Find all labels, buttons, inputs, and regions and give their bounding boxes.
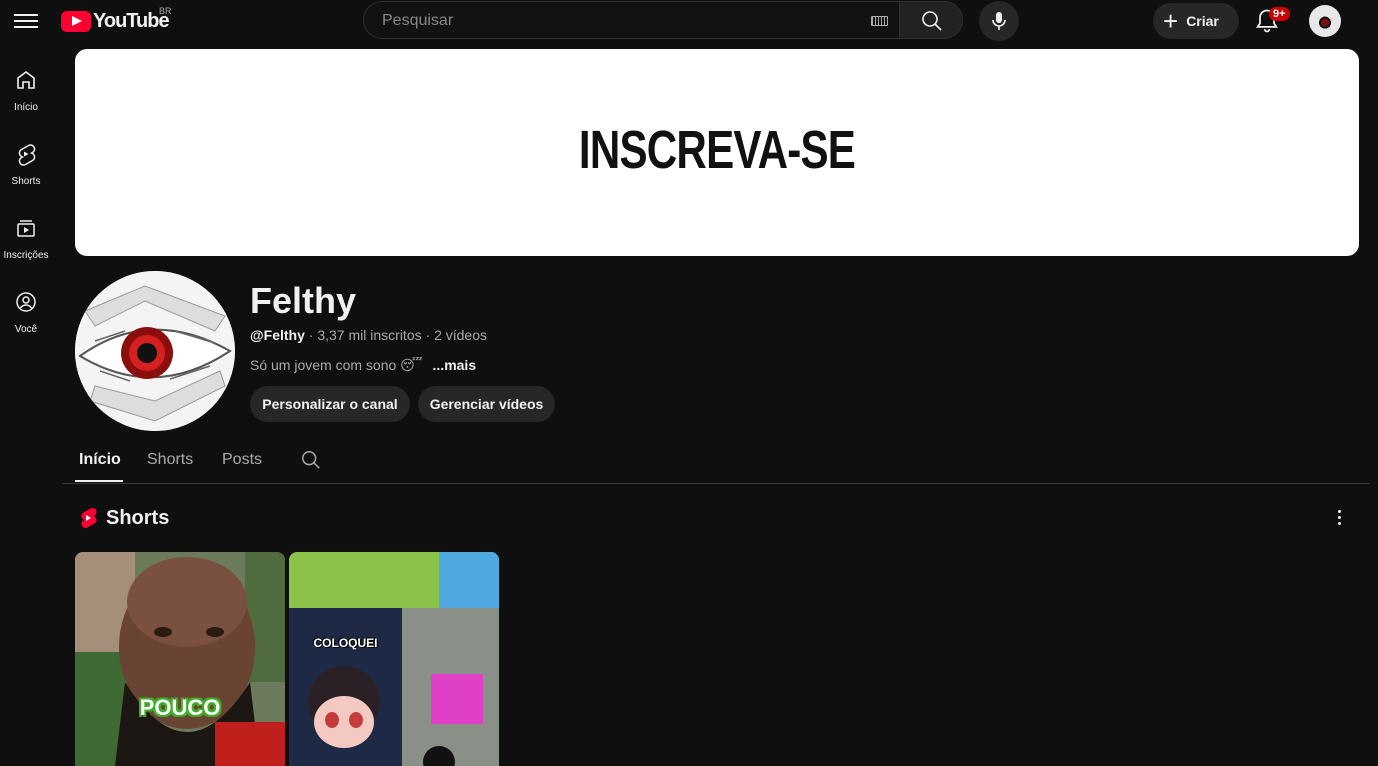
tab-posts[interactable]: Posts: [222, 451, 262, 469]
channel-handle: @Felthy: [250, 327, 305, 343]
short-overlay-text: POUCO: [139, 695, 221, 720]
plus-icon: +: [1163, 6, 1179, 36]
description-text: Só um jovem com sono 😴: [250, 357, 423, 373]
youtube-play-icon: [61, 11, 91, 32]
short-thumbnail[interactable]: COLOQUEI: [289, 552, 499, 766]
meta-separator: ·: [425, 327, 431, 343]
meta-separator: ·: [308, 327, 314, 343]
sidebar-item-shorts[interactable]: Shorts: [0, 142, 52, 187]
channel-banner: INSCREVA-SE: [75, 49, 1359, 256]
tab-home[interactable]: Início: [79, 451, 121, 469]
customize-channel-button[interactable]: Personalizar o canal: [250, 386, 410, 422]
create-button[interactable]: + Criar: [1153, 3, 1239, 39]
youtube-logo[interactable]: YouTube: [61, 10, 170, 33]
you-icon: [16, 292, 36, 312]
channel-search-icon[interactable]: [300, 449, 322, 471]
country-code: BR: [159, 6, 172, 16]
search-box: [363, 1, 899, 39]
scrollbar[interactable]: [1372, 0, 1378, 522]
channel-name: Felthy: [250, 280, 357, 321]
shelf-title: Shorts: [106, 507, 170, 529]
search-input[interactable]: [380, 11, 854, 31]
search-button[interactable]: [899, 1, 963, 39]
video-count: 2 vídeos: [434, 327, 487, 343]
shorts-icon: [18, 144, 36, 166]
channel-avatar[interactable]: [75, 271, 235, 431]
sidebar-item-label: Inscrições: [3, 250, 49, 261]
voice-search-button[interactable]: [979, 1, 1019, 41]
sidebar-item-label: Shorts: [11, 176, 41, 187]
short-thumbnail[interactable]: POUCO: [75, 552, 285, 766]
tab-shorts[interactable]: Shorts: [147, 451, 193, 469]
sidebar-item-subscriptions[interactable]: Inscrições: [0, 216, 52, 261]
notifications-badge: 9+: [1269, 7, 1290, 21]
more-options-icon[interactable]: [1328, 507, 1350, 529]
thumbnail-image: [289, 552, 499, 766]
create-label: Criar: [1186, 13, 1219, 29]
active-tab-indicator: [75, 480, 123, 482]
channel-description[interactable]: Só um jovem com sono 😴 ...mais: [250, 357, 476, 374]
thumbnail-image: [75, 552, 285, 766]
top-bar: YouTube BR + Criar 9+: [0, 0, 1378, 42]
more-link[interactable]: ...mais: [433, 357, 477, 373]
account-avatar[interactable]: [1309, 5, 1341, 37]
subscriber-count: 3,37 mil inscritos: [317, 327, 422, 343]
eye-artwork: [75, 271, 235, 431]
search-icon: [922, 11, 942, 31]
subscriptions-icon: [17, 220, 35, 237]
sidebar-item-label: Você: [14, 324, 38, 335]
tabs-divider: [62, 483, 1370, 484]
sidebar-item-home[interactable]: Início: [0, 68, 52, 113]
home-icon: [17, 71, 35, 89]
banner-text: INSCREVA-SE: [578, 120, 856, 180]
microphone-icon: [992, 12, 1006, 30]
menu-icon[interactable]: [14, 10, 38, 32]
shorts-logo-icon: [81, 507, 97, 529]
sidebar-item-you[interactable]: Você: [0, 290, 52, 335]
manage-videos-button[interactable]: Gerenciar vídeos: [418, 386, 555, 422]
logo-text: YouTube: [93, 10, 170, 32]
sidebar-item-label: Início: [14, 102, 38, 113]
keyboard-icon[interactable]: [871, 16, 888, 26]
channel-meta: @Felthy · 3,37 mil inscritos · 2 vídeos: [250, 327, 487, 343]
short-overlay-text: COLOQUEI: [313, 636, 378, 650]
